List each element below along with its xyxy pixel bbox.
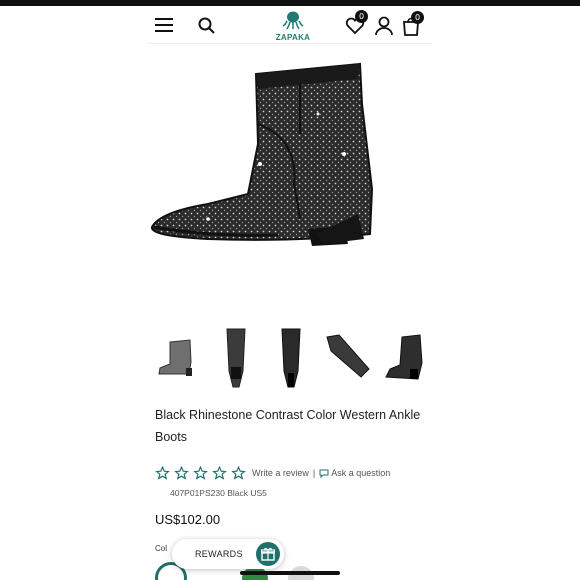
rating-row: Write a review | Ask a question	[155, 466, 390, 480]
main-product-image[interactable]	[148, 44, 432, 324]
ask-question-link[interactable]: Ask a question	[319, 468, 390, 478]
boot-image	[151, 62, 374, 246]
rewards-button[interactable]: REWARDS	[172, 539, 284, 569]
search-icon[interactable]	[196, 15, 216, 35]
brand-logo[interactable]: ZAPAKA	[270, 10, 316, 42]
gift-icon	[256, 542, 280, 566]
product-page: ZAPAKA 0 0 Black Rhinestone Contrast Col…	[148, 6, 432, 580]
cart-count-badge: 0	[411, 11, 424, 24]
chat-bubble-icon	[319, 469, 329, 478]
cart-icon[interactable]: 0	[400, 11, 424, 37]
star-outline-icon[interactable]	[155, 466, 170, 480]
rewards-label: REWARDS	[195, 549, 243, 559]
link-separator: |	[312, 468, 316, 478]
product-title: Black Rhinestone Contrast Color Western …	[155, 408, 421, 444]
ask-question-label: Ask a question	[331, 468, 391, 478]
hamburger-icon[interactable]	[154, 16, 174, 34]
wishlist-count-badge: 0	[355, 10, 368, 23]
star-outline-icon[interactable]	[212, 466, 227, 480]
product-sku: 407P01PS230 Black US5	[170, 488, 267, 498]
thumbnail-2[interactable]	[209, 326, 263, 390]
thumbnail-3[interactable]	[264, 326, 318, 390]
star-outline-icon[interactable]	[193, 466, 208, 480]
thumbnail-1[interactable]	[152, 326, 206, 390]
write-review-link[interactable]: Write a review	[252, 468, 309, 478]
product-price: US$102.00	[155, 512, 221, 527]
heart-icon[interactable]: 0	[344, 10, 368, 37]
thumbnail-4[interactable]	[320, 326, 374, 390]
thumbnail-strip	[148, 326, 432, 396]
account-icon[interactable]	[373, 15, 395, 37]
star-outline-icon[interactable]	[231, 466, 246, 480]
thumbnail-5[interactable]	[378, 326, 432, 390]
star-outline-icon[interactable]	[174, 466, 189, 480]
site-header: ZAPAKA 0 0	[148, 6, 432, 44]
brand-name: ZAPAKA	[275, 33, 311, 42]
color-label: Col	[155, 544, 168, 553]
home-indicator	[240, 571, 340, 575]
octopus-logo-icon	[282, 11, 304, 30]
